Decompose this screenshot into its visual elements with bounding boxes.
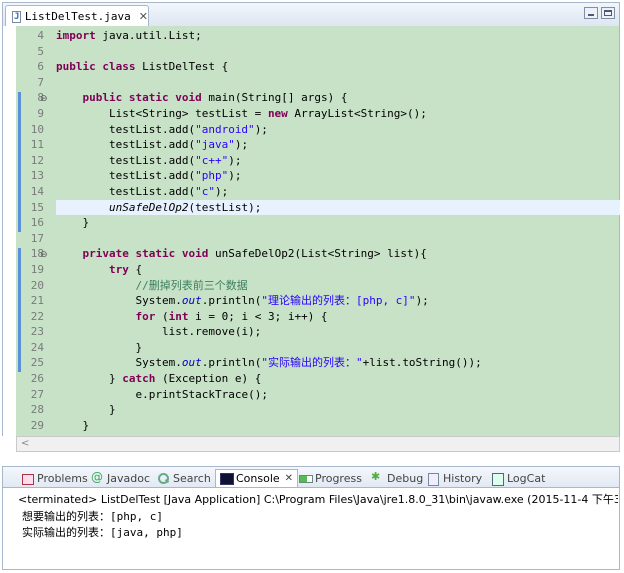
line-number: 10	[30, 122, 44, 136]
line-number: 5	[37, 44, 44, 58]
fold-icon[interactable]: ⊖	[40, 250, 48, 260]
editor-window-controls	[584, 7, 615, 19]
line-number: 7	[37, 75, 44, 89]
line-number: 25	[30, 356, 44, 370]
horizontal-scrollbar[interactable]: <	[16, 436, 620, 452]
line-number: 22	[30, 309, 44, 323]
search-icon	[157, 472, 170, 485]
logcat-icon	[491, 472, 504, 486]
line-number: 26	[30, 372, 44, 386]
code-line-8: public static void main(String[] args) {	[82, 91, 348, 105]
line-number: 17	[30, 231, 44, 245]
line-number: 13	[30, 169, 44, 183]
minimize-button[interactable]	[584, 7, 598, 19]
code-line-27: e.printStackTrace();	[135, 387, 268, 401]
close-icon[interactable]: ✕	[139, 10, 148, 23]
code-line-25: System.out.println("实际输出的列表："+list.toStr…	[135, 356, 482, 370]
problems-icon	[21, 472, 34, 485]
line-number: 29	[30, 418, 44, 432]
code-line-15-current: unSafeDelOp2(testList);	[56, 199, 620, 216]
javadoc-icon	[91, 470, 104, 485]
line-number: 15	[30, 200, 44, 214]
tab-console[interactable]: Console ✕	[215, 469, 299, 487]
code-line-18: private static void unSafeDelOp2(List<St…	[82, 247, 427, 261]
line-number: 6	[37, 60, 44, 74]
close-icon[interactable]: ✕	[285, 473, 293, 484]
line-number: 24	[30, 340, 44, 354]
line-number: 20	[30, 278, 44, 292]
code-line-26: } catch (Exception e) {	[108, 372, 262, 386]
java-file-icon: J	[12, 10, 21, 23]
code-line-23: list.remove(i);	[161, 325, 262, 339]
tab-search[interactable]: Search	[157, 469, 211, 487]
line-number: 4	[37, 29, 44, 42]
line-number: 16	[30, 216, 44, 230]
line-number: 23	[30, 325, 44, 339]
code-line-16: }	[82, 216, 90, 230]
code-line-29: }	[82, 418, 90, 432]
code-line-21: System.out.println("理论输出的列表：[php, c]");	[135, 294, 429, 308]
code-line-6: public class ListDelTest {	[56, 60, 229, 74]
views-tab-bar: Problems Javadoc Search Console✕ Progres…	[2, 466, 620, 488]
editor-tab-bar: J ListDelTest.java ✕	[2, 2, 620, 27]
line-number: 28	[30, 403, 44, 417]
fold-icon[interactable]: ⊖	[40, 94, 48, 104]
code-lines: import java.util.List; public class List…	[56, 28, 620, 433]
vertical-ruler[interactable]	[2, 26, 16, 436]
line-number-gutter: 4 5 6 7 8 9 10 11 12 13 14 15 16 17 18 19 20 21 22 23 24 25 26…	[16, 28, 46, 433]
progress-icon	[299, 472, 313, 485]
editor-tab-title: ListDelTest.java	[24, 10, 131, 23]
code-line-22: for (int i = 0; i < 3; i++) {	[135, 309, 328, 323]
code-line-20: //删掉列表前三个数据	[135, 278, 248, 292]
editor-tab-listdeltest[interactable]: J ListDelTest.java ✕	[5, 5, 149, 27]
tab-history[interactable]: History	[427, 469, 482, 487]
tab-javadoc[interactable]: Javadoc	[91, 469, 150, 487]
line-number: 19	[30, 262, 44, 276]
maximize-button[interactable]	[601, 7, 615, 19]
debug-icon	[371, 470, 384, 485]
code-line-9: List<String> testList = new ArrayList<St…	[108, 106, 427, 120]
console-output-line: 实际输出的列表：[java, php]	[22, 526, 183, 539]
code-line-13: testList.add("php");	[108, 169, 242, 183]
code-line-12: testList.add("c++");	[108, 153, 242, 167]
code-line-10: testList.add("android");	[108, 122, 268, 136]
line-number: 9	[37, 106, 44, 120]
tab-problems[interactable]: Problems	[21, 469, 88, 487]
console-terminated-status: <terminated> ListDelTest [Java Applicati…	[18, 493, 618, 506]
code-line-19: try {	[108, 262, 143, 276]
scroll-left-icon[interactable]: <	[21, 438, 29, 449]
console-output-line: 想要输出的列表：[php, c]	[22, 510, 163, 523]
line-number: 21	[30, 294, 44, 308]
line-number: 11	[30, 138, 44, 152]
code-line-14: testList.add("c");	[108, 184, 229, 198]
line-number: 12	[30, 153, 44, 167]
line-number: 27	[30, 387, 44, 401]
tab-progress[interactable]: Progress	[299, 469, 362, 487]
tab-debug[interactable]: Debug	[371, 469, 423, 487]
code-line-28: }	[108, 403, 116, 417]
tab-logcat[interactable]: LogCat	[491, 469, 545, 487]
code-line-4: import java.util.List;	[56, 29, 202, 42]
line-number: 14	[30, 184, 44, 198]
console-icon	[220, 472, 234, 485]
history-icon	[427, 472, 440, 486]
code-line-11: testList.add("java");	[108, 138, 249, 152]
code-line-24: }	[135, 340, 143, 354]
